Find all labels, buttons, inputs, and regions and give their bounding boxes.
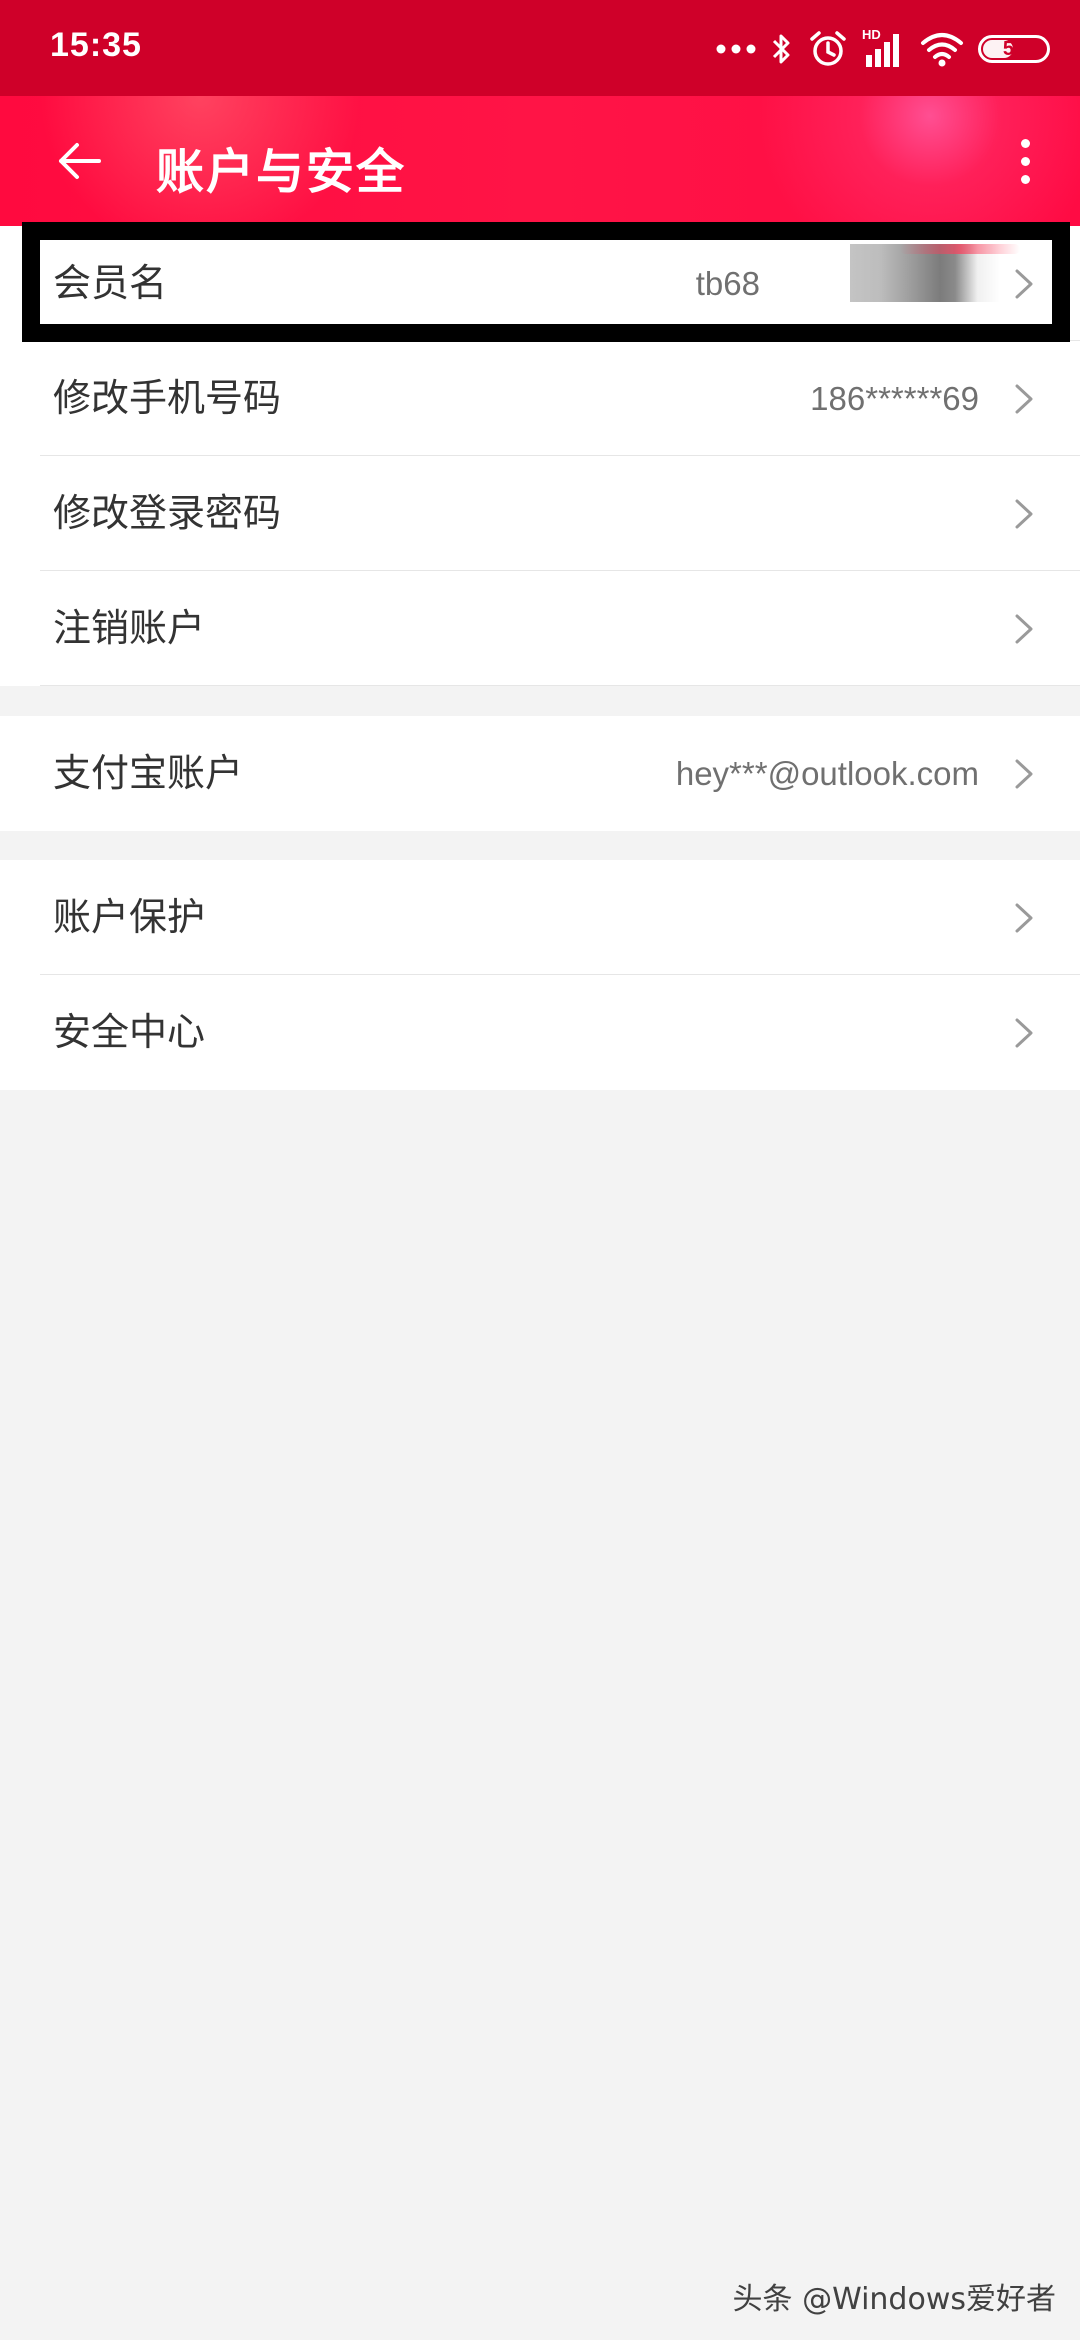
more-vertical-icon — [1020, 138, 1030, 148]
cellular-signal-icon: HD — [862, 27, 906, 69]
more-dots-icon — [716, 44, 756, 54]
cancel-account-row[interactable]: 注销账户 — [0, 571, 1080, 686]
battery-icon: 51 — [978, 35, 1050, 63]
status-time: 15:35 — [50, 26, 142, 64]
chevron-right-icon — [1015, 614, 1033, 644]
row-label: 修改登录密码 — [53, 491, 282, 535]
bluetooth-icon — [772, 34, 790, 64]
chevron-right-icon — [1015, 384, 1033, 414]
status-icons: HD 51 — [716, 22, 1050, 76]
chevron-right-icon — [1015, 1018, 1033, 1048]
row-value: tb68 — [695, 265, 760, 302]
chevron-right-icon — [1015, 759, 1033, 789]
more-menu-button[interactable] — [1000, 126, 1050, 196]
arrow-left-icon — [59, 143, 101, 179]
chevron-right-icon — [1015, 903, 1033, 933]
wifi-icon — [921, 33, 963, 67]
row-label: 支付宝账户 — [53, 751, 244, 795]
chevron-right-icon — [1015, 499, 1033, 529]
change-password-row[interactable]: 修改登录密码 — [0, 456, 1080, 571]
row-label: 注销账户 — [53, 606, 206, 650]
app-bar: 账户与安全 — [0, 96, 1080, 226]
row-value: 186******69 — [810, 380, 979, 417]
back-button[interactable] — [44, 126, 114, 196]
chevron-right-icon — [1015, 269, 1033, 299]
row-value: hey***@outlook.com — [675, 755, 979, 792]
alarm-icon — [810, 31, 846, 66]
row-label: 修改手机号码 — [53, 376, 282, 420]
row-label: 安全中心 — [53, 1010, 206, 1054]
watermark: 头条 @Windows爱好者 — [732, 2282, 1056, 2317]
page-title: 账户与安全 — [156, 144, 407, 200]
alipay-section: 支付宝账户 hey***@outlook.com — [0, 716, 1080, 831]
status-bar: 15:35 HD 51 — [0, 0, 1080, 96]
privacy-blur-glow — [900, 244, 1020, 254]
alipay-account-row[interactable]: 支付宝账户 hey***@outlook.com — [0, 716, 1080, 831]
security-section: 账户保护 安全中心 — [0, 860, 1080, 1090]
account-protection-row[interactable]: 账户保护 — [0, 860, 1080, 975]
row-label: 账户保护 — [53, 895, 206, 939]
security-center-row[interactable]: 安全中心 — [0, 975, 1080, 1090]
battery-text: 51 — [1002, 37, 1026, 60]
change-phone-row[interactable]: 修改手机号码 186******69 — [0, 341, 1080, 456]
row-label: 会员名 — [53, 261, 168, 305]
